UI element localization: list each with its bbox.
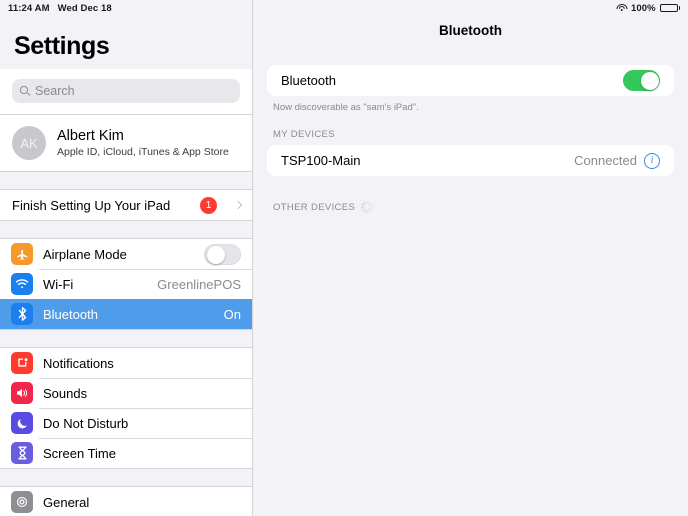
sidebar-item-label: Do Not Disturb <box>43 416 241 431</box>
connectivity-group: Airplane Mode Wi-Fi GreenlinePOS <box>0 238 252 330</box>
status-bar: 11:24 AM Wed Dec 18 100% <box>0 0 688 16</box>
account-name: Albert Kim <box>57 127 229 145</box>
ipad-settings-screen: 11:24 AM Wed Dec 18 100% Settings Search… <box>0 0 688 516</box>
bluetooth-state-value: On <box>224 307 241 322</box>
bluetooth-toggle[interactable] <box>623 70 660 91</box>
loading-spinner-icon <box>361 201 373 213</box>
sidebar-item-label: Notifications <box>43 356 241 371</box>
group-spacer <box>0 221 252 238</box>
bluetooth-toggle-label: Bluetooth <box>281 73 336 88</box>
discoverable-note: Now discoverable as "sam's iPad". <box>253 96 688 113</box>
bluetooth-toggle-row[interactable]: Bluetooth <box>267 65 674 96</box>
bluetooth-icon <box>11 303 33 325</box>
account-subtitle: Apple ID, iCloud, iTunes & App Store <box>57 146 229 160</box>
other-devices-header: OTHER DEVICES <box>253 201 688 218</box>
screen-time-icon <box>11 442 33 464</box>
wifi-icon <box>616 4 627 13</box>
apple-id-row[interactable]: AK Albert Kim Apple ID, iCloud, iTunes &… <box>0 115 252 171</box>
sidebar-item-screen-time[interactable]: Screen Time <box>0 438 252 468</box>
wifi-icon <box>11 273 33 295</box>
account-group: AK Albert Kim Apple ID, iCloud, iTunes &… <box>0 114 252 172</box>
sidebar-item-label: Screen Time <box>43 446 241 461</box>
preferences-group: Notifications Sounds Do Not Disturb <box>0 347 252 469</box>
bluetooth-detail-panel: Bluetooth Bluetooth Now discoverable as … <box>253 0 688 516</box>
sidebar-item-label: General <box>43 495 241 510</box>
other-devices-header-label: OTHER DEVICES <box>273 202 355 213</box>
chevron-right-icon <box>234 201 242 209</box>
status-date: Wed Dec 18 <box>58 3 112 14</box>
my-devices-header-label: MY DEVICES <box>273 129 335 140</box>
status-time: 11:24 AM <box>8 3 50 14</box>
battery-percent-label: 100% <box>631 3 656 14</box>
group-spacer <box>0 469 252 486</box>
notifications-icon <box>11 352 33 374</box>
group-spacer <box>0 172 252 189</box>
search-icon <box>20 86 30 96</box>
status-bar-right: 100% <box>616 3 688 14</box>
sidebar-item-label: Sounds <box>43 386 241 401</box>
sidebar-item-general[interactable]: General <box>0 487 252 516</box>
general-gear-icon <box>11 491 33 513</box>
do-not-disturb-icon <box>11 412 33 434</box>
info-circle-icon[interactable]: i <box>644 153 660 169</box>
sounds-icon <box>11 382 33 404</box>
sidebar-item-wifi[interactable]: Wi-Fi GreenlinePOS <box>0 269 252 299</box>
airplane-icon <box>11 243 33 265</box>
sidebar-item-do-not-disturb[interactable]: Do Not Disturb <box>0 408 252 438</box>
device-name: TSP100-Main <box>281 153 360 168</box>
airplane-mode-toggle[interactable] <box>204 244 241 265</box>
device-status: Connected <box>574 153 637 168</box>
search-input[interactable]: Search <box>12 79 240 103</box>
sidebar-item-label: Finish Setting Up Your iPad <box>12 198 190 213</box>
sidebar-item-airplane-mode[interactable]: Airplane Mode <box>0 239 252 269</box>
sidebar-item-notifications[interactable]: Notifications <box>0 348 252 378</box>
search-placeholder: Search <box>35 84 75 98</box>
settings-sidebar[interactable]: Settings Search AK Albert Kim Apple ID, … <box>0 0 253 516</box>
device-status-group: Connected i <box>574 153 660 169</box>
wifi-network-value: GreenlinePOS <box>157 277 241 292</box>
system-group: General <box>0 486 252 516</box>
avatar: AK <box>12 126 46 160</box>
search-container: Search <box>0 69 252 114</box>
battery-full-icon <box>660 4 680 13</box>
sidebar-item-finish-setup[interactable]: Finish Setting Up Your iPad 1 <box>0 190 252 220</box>
sidebar-item-label: Bluetooth <box>43 307 214 322</box>
device-row-tsp100-main[interactable]: TSP100-Main Connected i <box>267 145 674 176</box>
sidebar-item-bluetooth[interactable]: Bluetooth On <box>0 299 252 329</box>
my-devices-header: MY DEVICES <box>253 129 688 145</box>
sidebar-item-sounds[interactable]: Sounds <box>0 378 252 408</box>
sidebar-item-label: Airplane Mode <box>43 247 194 262</box>
status-bar-left: 11:24 AM Wed Dec 18 <box>0 3 112 14</box>
status-badge: 1 <box>200 197 217 214</box>
setup-group: Finish Setting Up Your iPad 1 <box>0 189 252 221</box>
group-spacer <box>0 330 252 347</box>
sidebar-item-label: Wi-Fi <box>43 277 147 292</box>
